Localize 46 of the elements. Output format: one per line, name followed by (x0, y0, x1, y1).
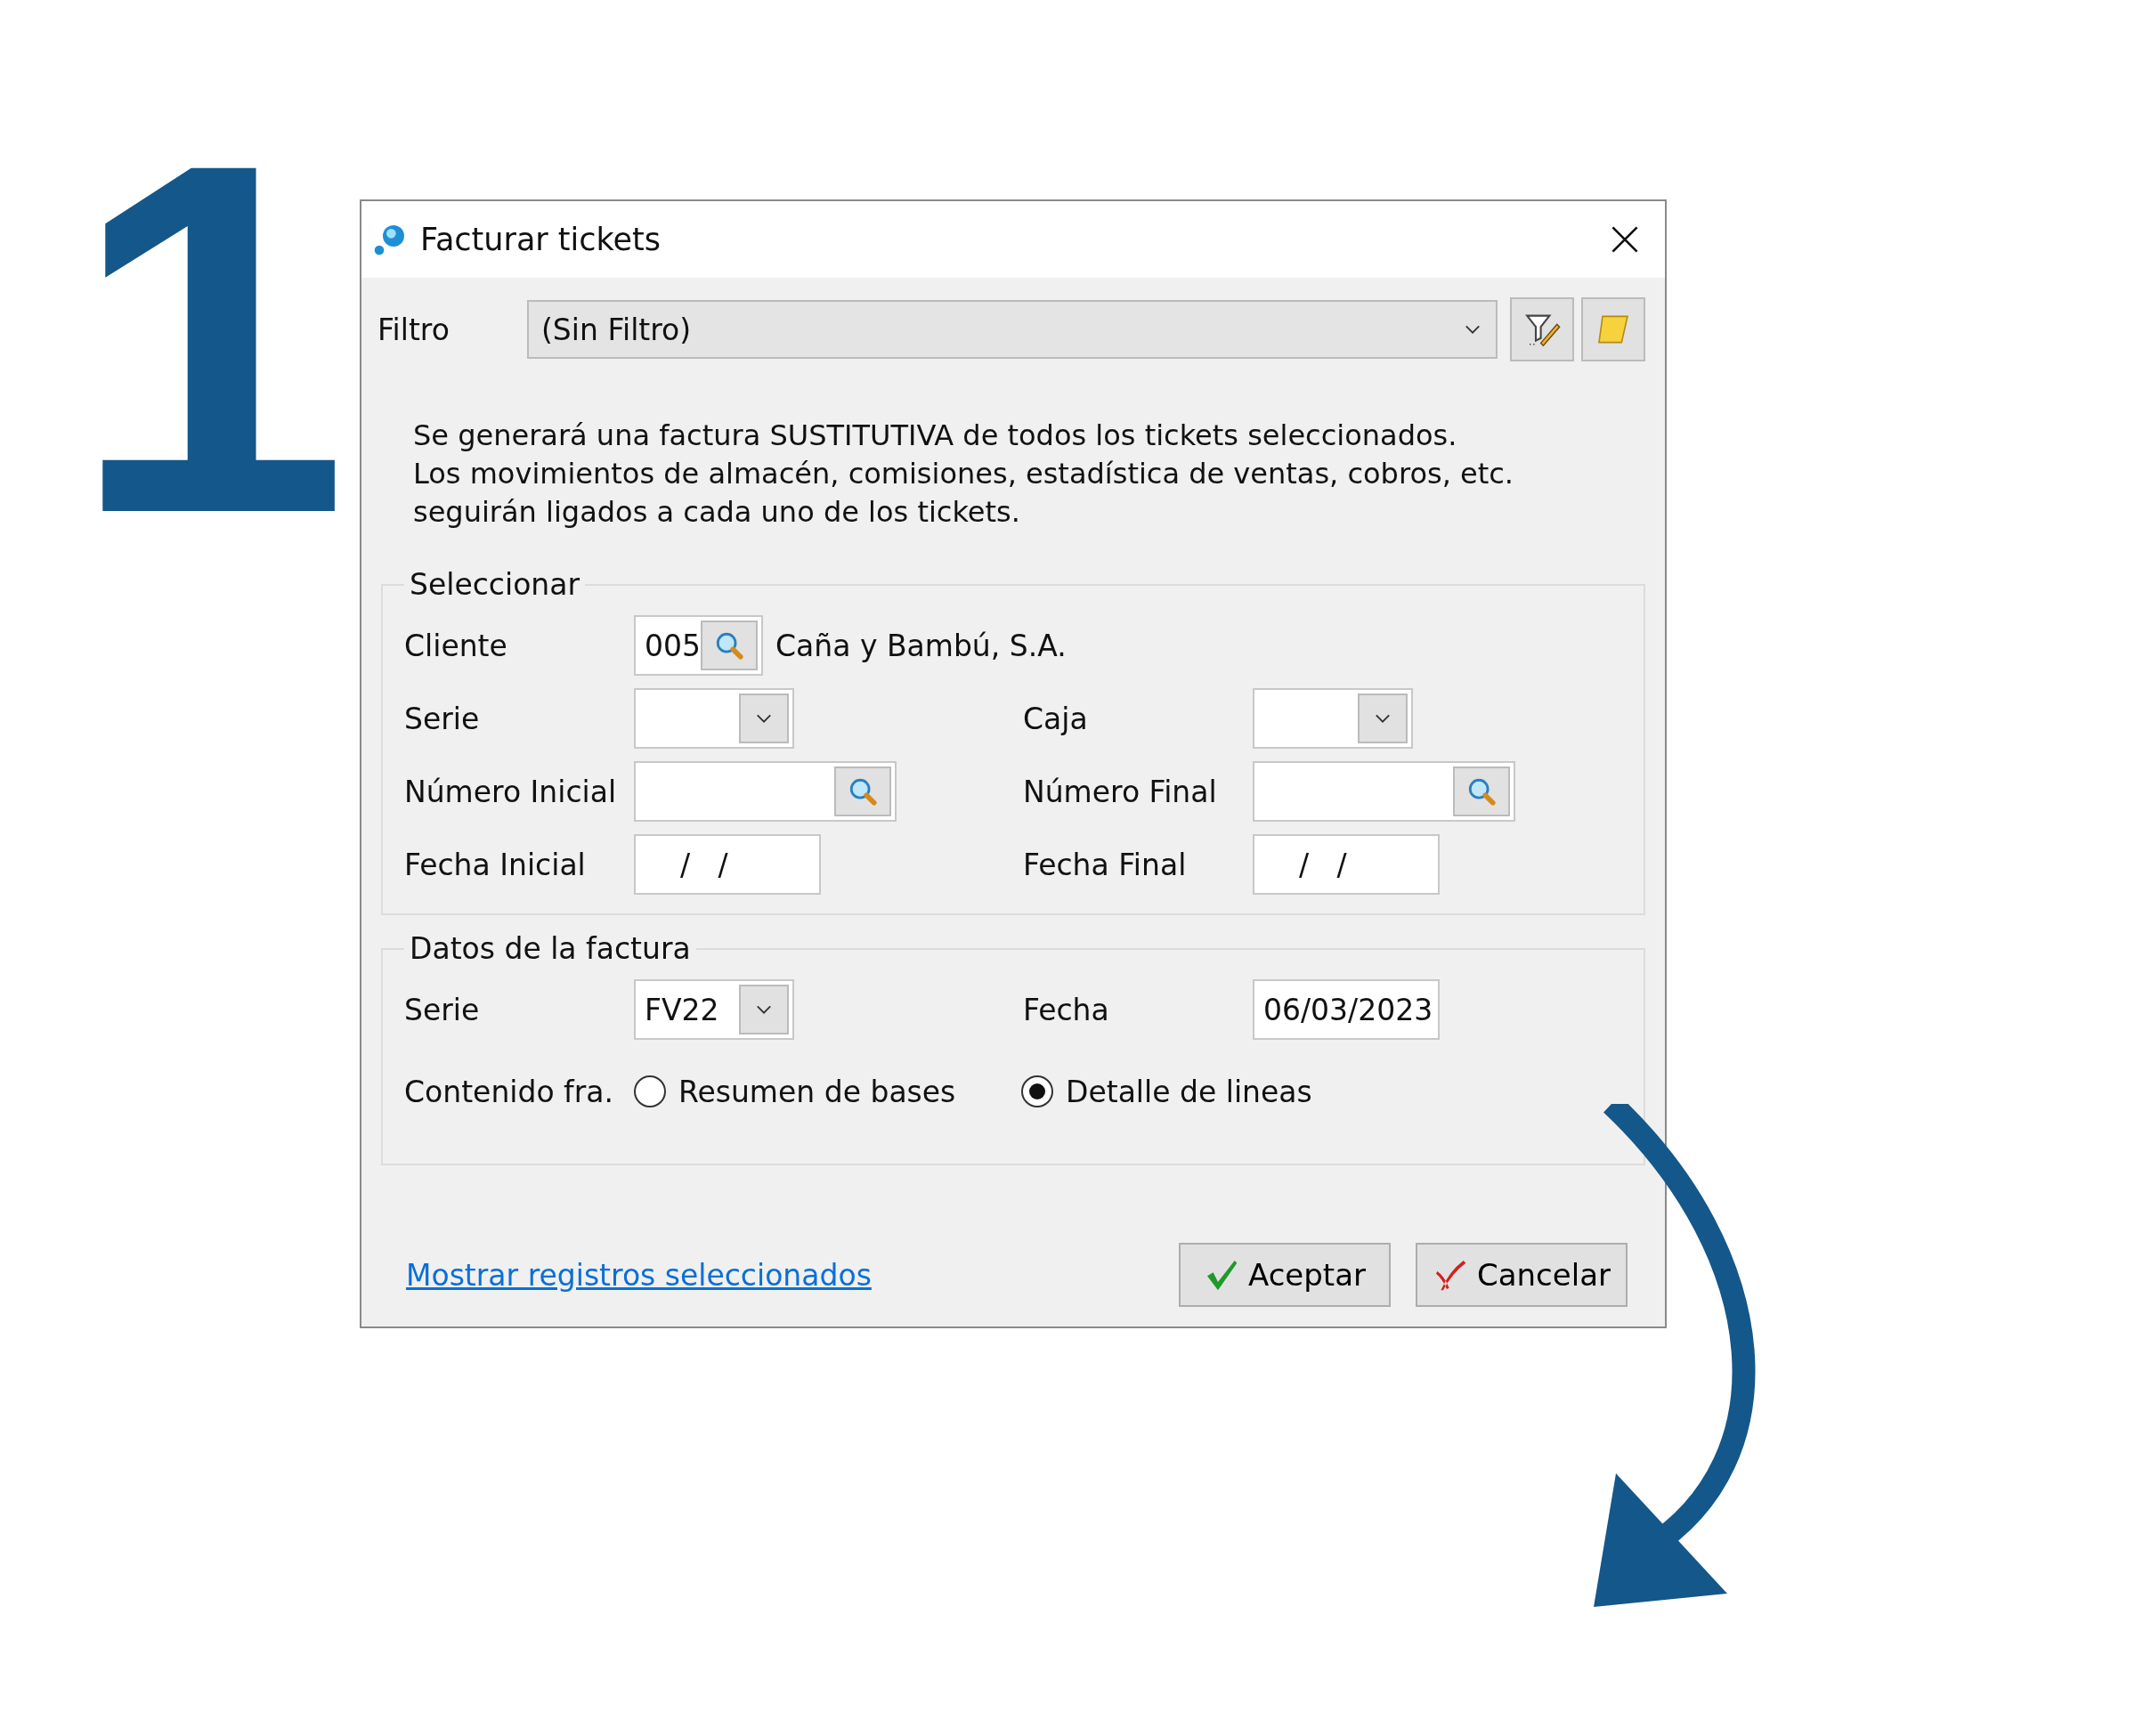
field-label: Contenido fra. (404, 1074, 614, 1109)
lookup-field[interactable] (1253, 761, 1515, 822)
field-label: Fecha (1023, 992, 1110, 1027)
dropdown-button[interactable] (1358, 694, 1408, 743)
search-icon (1466, 776, 1497, 807)
radio-label[interactable]: Resumen de bases (678, 1074, 956, 1109)
close-icon (1610, 224, 1640, 255)
filter-dropdown[interactable]: (Sin Filtro) (527, 300, 1498, 359)
radio-button[interactable] (1021, 1075, 1053, 1107)
field-label: Fecha Final (1023, 847, 1188, 882)
lookup-field[interactable]: 005 (634, 615, 763, 676)
dropdown-button[interactable] (739, 985, 789, 1034)
search-icon (714, 630, 744, 661)
field-label: Número Final (1023, 774, 1218, 809)
search-icon (848, 776, 878, 807)
date-field[interactable]: / / (1253, 834, 1440, 895)
dropdown-button[interactable] (739, 694, 789, 743)
show-selected-link[interactable]: Mostrar registros seleccionados (406, 1257, 872, 1293)
search-button[interactable] (834, 767, 891, 816)
date-field[interactable]: 06/03/2023 (1253, 979, 1440, 1040)
cancel-button[interactable]: Cancelar (1416, 1243, 1628, 1307)
edit-filter-button[interactable] (1510, 297, 1574, 361)
note-button[interactable] (1581, 297, 1645, 361)
group-title: Datos de la factura (409, 931, 692, 966)
accept-button[interactable]: Aceptar (1179, 1243, 1391, 1307)
description-text: Se generará una factura SUSTITUTIVA de todos los tickets seleccionados. Los movimientos de almacén, comisiones, estadística de ventas, cobros, etc. seguirán ligados a cada uno de los tickets. (413, 418, 1514, 531)
field-label: Caja (1023, 701, 1089, 736)
field-label: Cliente (404, 628, 508, 663)
radio-button[interactable] (634, 1075, 666, 1107)
filter-label: Filtro (377, 312, 451, 347)
lookup-field[interactable] (634, 761, 897, 822)
field-label: Serie (404, 992, 481, 1027)
combo-field[interactable] (634, 688, 794, 749)
step-number: 1 (71, 151, 348, 525)
field-label: Número Inicial (404, 774, 618, 809)
search-button[interactable] (701, 621, 758, 670)
group-title: Seleccionar (409, 567, 581, 602)
combo-field[interactable] (1253, 688, 1413, 749)
client-name: Caña y Bambú, S.A. (775, 628, 1067, 663)
search-button[interactable] (1453, 767, 1510, 816)
date-field[interactable]: / / (634, 834, 821, 895)
field-label: Serie (404, 701, 481, 736)
combo-field[interactable]: FV22 (634, 979, 794, 1040)
window-title: Facturar tickets (420, 222, 662, 257)
radio-label[interactable]: Detalle de lineas (1066, 1074, 1312, 1109)
field-label: Fecha Inicial (404, 847, 587, 882)
